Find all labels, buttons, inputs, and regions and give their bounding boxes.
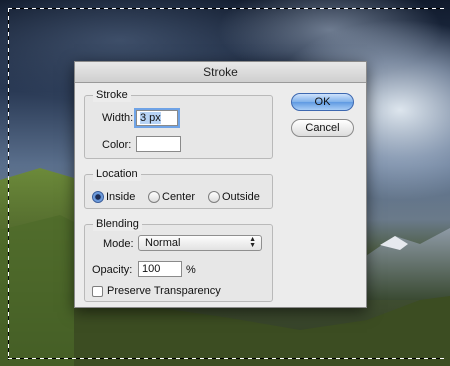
stroke-dialog: Stroke Stroke Width: 3 px Color: Locatio… xyxy=(74,61,367,308)
stroke-group: Stroke Width: 3 px Color: xyxy=(84,88,273,159)
selection-marquee-left xyxy=(8,8,9,360)
location-group-title: Location xyxy=(93,167,141,181)
radio-center[interactable] xyxy=(148,191,160,203)
opacity-label: Opacity: xyxy=(92,264,133,276)
color-label: Color: xyxy=(102,139,132,151)
color-swatch[interactable] xyxy=(136,136,181,152)
opacity-field[interactable]: 100 xyxy=(138,261,182,277)
blending-group: Blending Mode: Normal ▲ ▼ Opacity: 100 % … xyxy=(84,217,273,302)
width-field[interactable]: 3 px xyxy=(136,110,178,126)
mode-value: Normal xyxy=(145,237,181,249)
ok-button[interactable]: OK xyxy=(291,93,354,111)
preserve-transparency-checkbox[interactable] xyxy=(92,286,103,297)
updown-arrows-icon: ▲ ▼ xyxy=(249,236,256,249)
radio-inside[interactable] xyxy=(92,191,104,203)
width-label: Width: xyxy=(102,112,134,124)
opacity-unit: % xyxy=(186,264,196,276)
radio-center-label[interactable]: Center xyxy=(162,190,195,204)
location-group: Location Inside Center Outside xyxy=(84,167,273,209)
mode-select[interactable]: Normal ▲ ▼ xyxy=(138,235,262,251)
preserve-transparency-label[interactable]: Preserve Transparency xyxy=(107,284,221,298)
blending-group-title: Blending xyxy=(93,217,142,231)
selection-marquee-bottom xyxy=(8,358,444,359)
selection-marquee-top xyxy=(8,8,444,9)
radio-inside-label[interactable]: Inside xyxy=(106,190,135,204)
radio-outside-label[interactable]: Outside xyxy=(222,190,260,204)
cancel-button[interactable]: Cancel xyxy=(291,119,354,137)
mode-label: Mode: xyxy=(103,238,134,250)
dialog-title: Stroke xyxy=(75,62,366,83)
width-value: 3 px xyxy=(140,112,161,124)
radio-outside[interactable] xyxy=(208,191,220,203)
stroke-group-title: Stroke xyxy=(93,88,131,102)
